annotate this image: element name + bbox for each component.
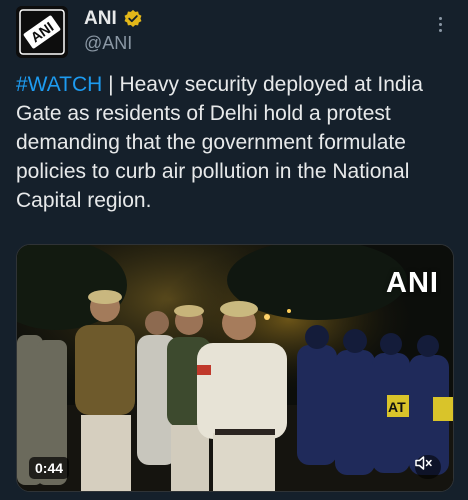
muted-speaker-icon bbox=[415, 456, 432, 470]
video-player[interactable]: AT ANI 0:44 bbox=[16, 244, 454, 492]
ani-watermark: ANI bbox=[386, 267, 439, 299]
account-name[interactable]: ANI bbox=[84, 8, 143, 30]
more-options-button[interactable] bbox=[430, 12, 450, 36]
dot-icon bbox=[438, 22, 442, 26]
tweet-text: #WATCH | Heavy security deployed at Indi… bbox=[16, 70, 456, 215]
ani-logo-icon: ANI bbox=[16, 6, 68, 58]
account-name-text[interactable]: ANI bbox=[84, 8, 117, 30]
avatar[interactable]: ANI bbox=[16, 6, 68, 58]
video-duration: 0:44 bbox=[29, 457, 70, 479]
dot-icon bbox=[438, 16, 442, 20]
hashtag-link[interactable]: #WATCH bbox=[16, 73, 102, 96]
verified-badge-icon bbox=[124, 9, 142, 27]
svg-text:AT: AT bbox=[388, 399, 406, 415]
dot-icon bbox=[438, 28, 442, 32]
account-handle[interactable]: @ANI bbox=[84, 33, 132, 54]
tweet-card: ANI ANI @ANI #WATCH | Heavy security dep… bbox=[0, 0, 468, 500]
mute-button[interactable] bbox=[415, 455, 441, 479]
separator: | bbox=[102, 73, 120, 96]
